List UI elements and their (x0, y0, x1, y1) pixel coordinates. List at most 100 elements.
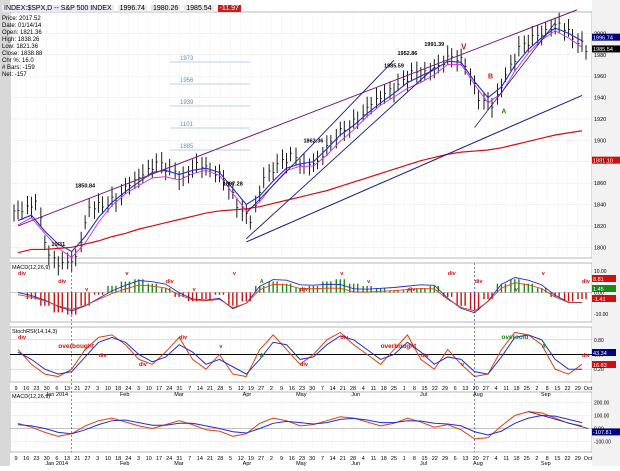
x-tick-label-bottom: 24 (166, 456, 172, 462)
x-tick-label: 4 (495, 386, 498, 392)
x-tick-label-bottom: 11 (503, 456, 509, 462)
chart-window: 1800 1820 1840 1860 1880 1900 1920 1940 1960 1980… (0, 0, 620, 467)
x-tick-label: 7 (321, 386, 324, 392)
stoch-badge: 16.83 (593, 363, 607, 369)
x-tick-label: 13 (462, 386, 468, 392)
macd-annotation: div (407, 287, 416, 293)
x-tick-label: 3 (96, 386, 99, 392)
right-axis-area (592, 0, 620, 466)
info-bars: # Bars: -159 (2, 65, 35, 71)
price-badge: 1881.10 (593, 158, 613, 164)
x-tick-label: 8 (413, 386, 416, 392)
toolbar-value-3: 1985.54 (184, 4, 214, 12)
price-y-tick-label: 1920 (594, 117, 606, 123)
info-date: Date: 01/14/14 (2, 23, 42, 29)
macd-annotation: div (475, 279, 484, 285)
info-net: Net: -157 (2, 72, 27, 78)
price-annotation: 1991.39 (424, 42, 444, 48)
x-tick-label-bottom: Oct (584, 456, 593, 462)
x-tick-label-bottom: 25 (524, 456, 530, 462)
stoch-annotation: A (260, 353, 264, 359)
macd-annotation: div (448, 271, 457, 277)
x-tick-label-bottom: 14 (197, 456, 203, 462)
info-price: Price: 2017.52 (2, 16, 41, 22)
stoch-annotation: div (179, 335, 188, 341)
month-label-bottom: Jun (351, 461, 360, 466)
x-tick-label: 2 (270, 386, 273, 392)
macd-annotation: div (166, 279, 175, 285)
x-tick-label-bottom: 2 (270, 456, 273, 462)
x-tick-label-bottom: 6 (454, 456, 457, 462)
x-tick-label-bottom: 13 (462, 456, 468, 462)
weekly-y-tick: 100.00 (594, 414, 610, 420)
price-y-tick-label: 1840 (594, 203, 606, 209)
x-tick-label: 3 (137, 386, 140, 392)
x-tick-label: 23 (33, 386, 39, 392)
stock-chart-canvas: 1800182018401860188019001920194019601980… (0, 0, 620, 467)
fib-label: 1956 (180, 78, 194, 84)
x-tick-label: Oct (584, 386, 593, 392)
price-y-tick-label: 1960 (594, 74, 606, 80)
price-annotation: 1897.28 (223, 181, 243, 187)
macd-badge: -1.41 (593, 297, 606, 303)
x-tick-label: 5 (229, 386, 232, 392)
macd-annotation: div (300, 287, 309, 293)
info-close: Close: 1838.88 (2, 51, 43, 57)
x-tick-label: 29 (442, 386, 448, 392)
weekly-macd-title: MACD(12,26,9) (12, 394, 50, 400)
price-badge: 1996.74 (593, 35, 613, 41)
fib-label: 1973 (180, 56, 194, 62)
x-tick-label-bottom: 27 (84, 456, 90, 462)
x-tick-label: 21 (340, 386, 346, 392)
x-tick-label: 22 (565, 386, 571, 392)
month-label-bottom: Apr (243, 461, 252, 466)
x-tick-label-bottom: 8 (413, 456, 416, 462)
x-tick-label-bottom: 1 (403, 456, 406, 462)
x-tick-label: 28 (217, 386, 223, 392)
weekly-y-tick: 200.00 (594, 401, 610, 407)
weekly-macd-panel (9, 391, 593, 453)
x-tick-label: 30 (309, 386, 315, 392)
price-annotation: 1850.84 (75, 183, 96, 189)
weekly-badge: -107.81 (593, 430, 612, 436)
macd-annotation: A (260, 279, 264, 285)
info-low: Low: 1821.36 (2, 44, 39, 50)
x-tick-label: 18 (381, 386, 387, 392)
fib-label: 1939 (180, 100, 194, 106)
x-tick-label-bottom: 14 (330, 456, 336, 462)
stoch-annotation: div (582, 353, 591, 359)
price-y-tick-label: 1820 (594, 224, 606, 230)
price-annotation: 1952.86 (397, 51, 417, 57)
x-tick-label-bottom: 7 (188, 456, 191, 462)
month-label-bottom: Jan 2014 (45, 461, 68, 466)
wave-label-v: V (461, 42, 467, 51)
x-tick-label: 29 (575, 386, 581, 392)
chart-toolbar: INDEX:$SPX,D -- S&P 500 INDEX 1996.74 19… (2, 2, 241, 14)
info-high: High: 1838.26 (2, 37, 40, 43)
month-label: Apr (243, 392, 252, 398)
x-tick-label-bottom: 17 (156, 456, 162, 462)
x-tick-label: 25 (391, 386, 397, 392)
x-tick-label: 21 (207, 386, 213, 392)
x-tick-label-bottom: 16 (23, 456, 29, 462)
x-tick-label: 15 (554, 386, 560, 392)
x-tick-label-bottom: 10 (105, 456, 111, 462)
x-tick-label: 9 (14, 386, 17, 392)
macd-annotation: div (582, 279, 591, 285)
x-tick-label: 21 (74, 386, 80, 392)
x-tick-label: 10 (105, 386, 111, 392)
x-tick-label: 18 (513, 386, 519, 392)
price-annotation: 1862.36 (303, 138, 323, 144)
x-tick-label-bottom: 2 (535, 456, 538, 462)
x-tick-label: 17 (156, 386, 162, 392)
x-tick-label: 16 (23, 386, 29, 392)
x-tick-label: 1 (403, 386, 406, 392)
x-tick-label: 27 (258, 386, 264, 392)
stoch-annotation: oversold (501, 334, 528, 341)
x-tick-label: 16 (289, 386, 295, 392)
price-annotation: 10/31 (51, 242, 65, 248)
x-tick-label-bottom: 18 (381, 456, 387, 462)
x-tick-label-bottom: 15 (554, 456, 560, 462)
stoch-annotation: div (300, 362, 309, 368)
x-tick-label: 11 (503, 386, 509, 392)
